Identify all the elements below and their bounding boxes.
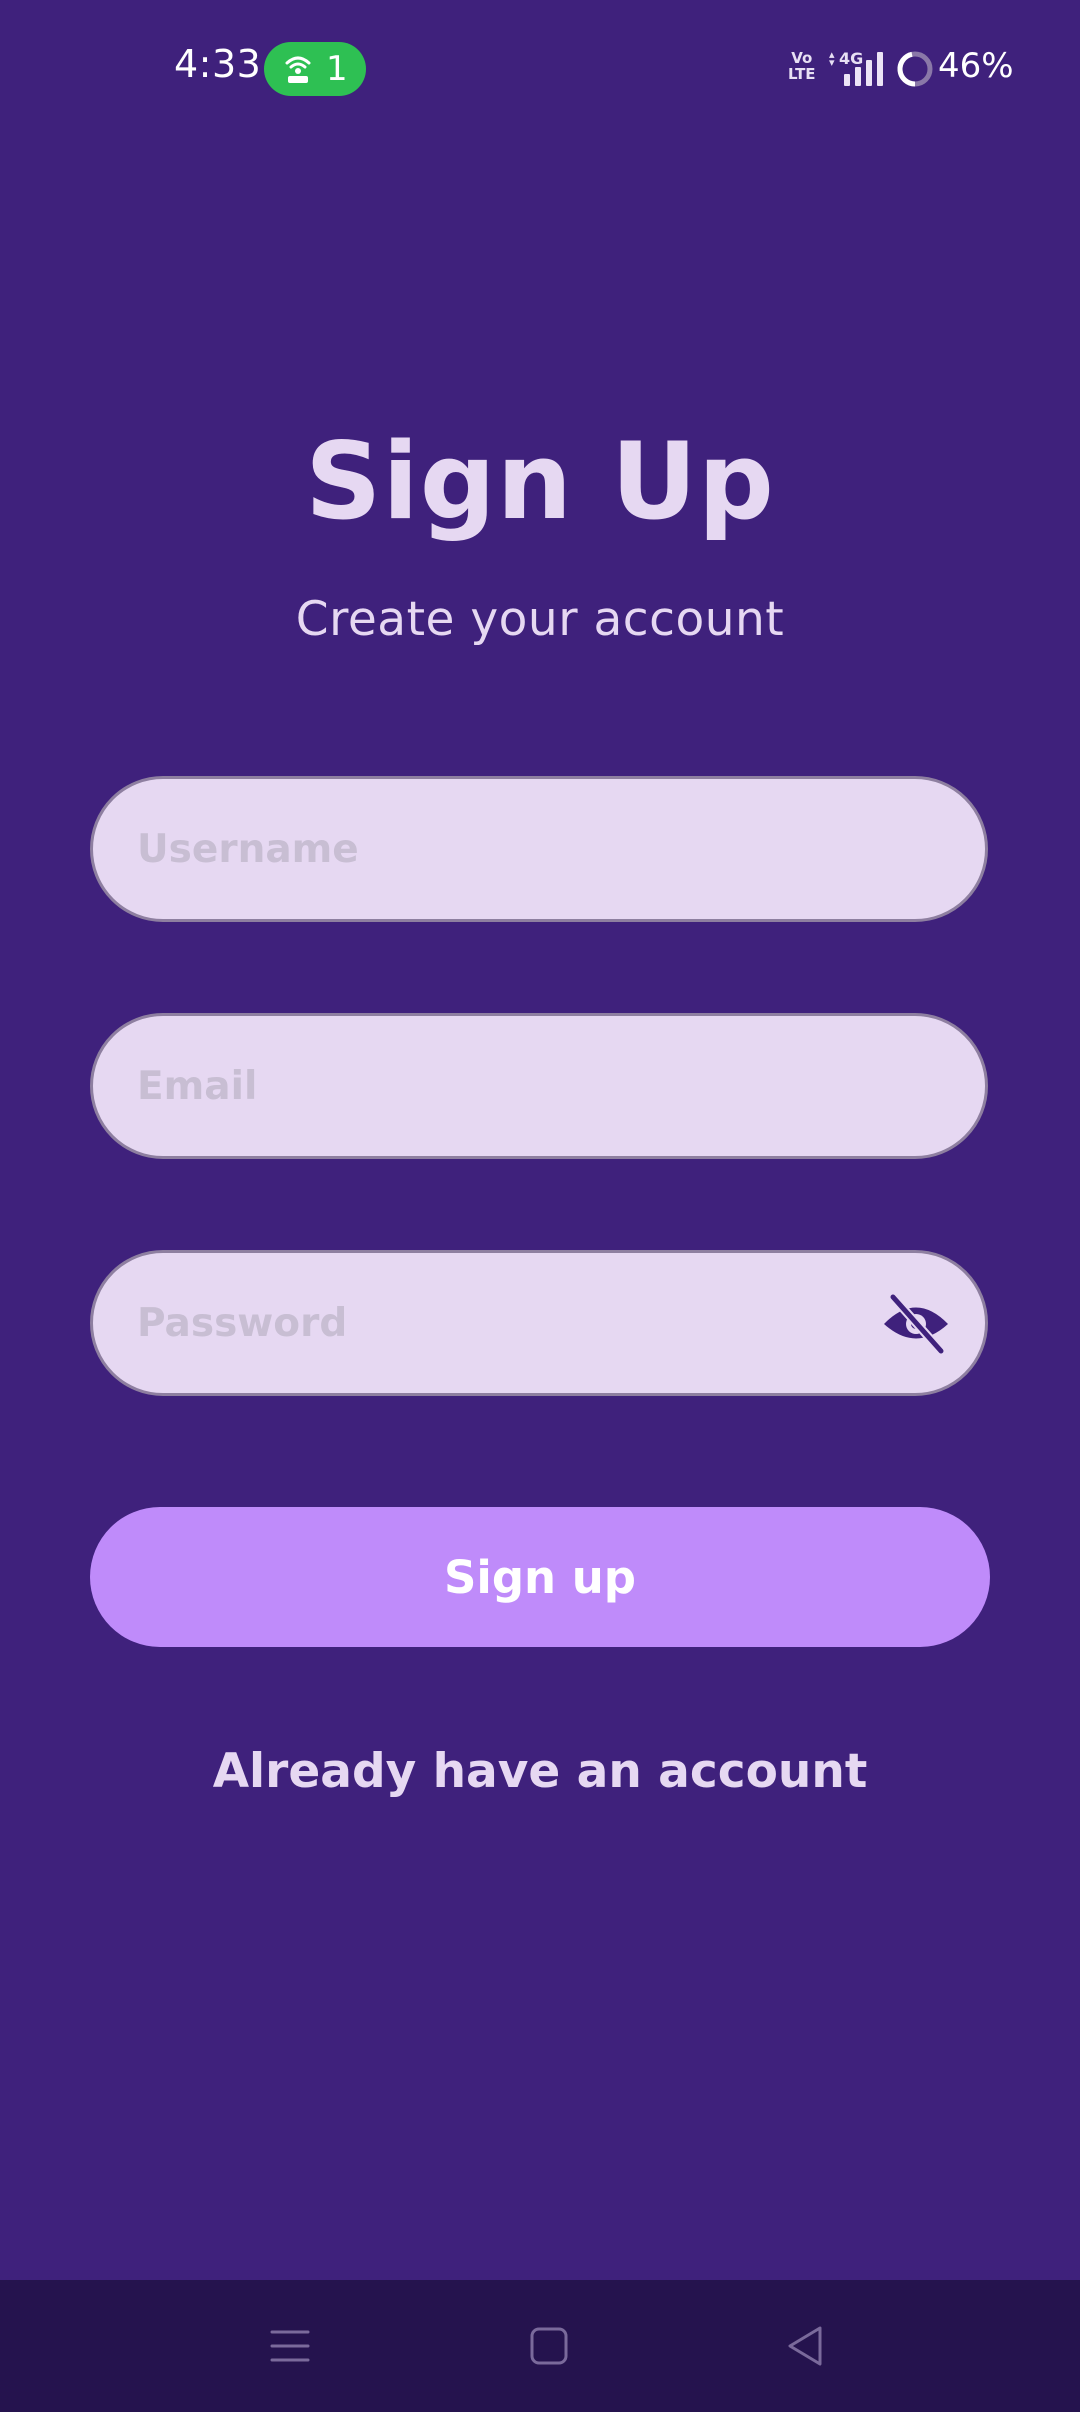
password-field[interactable] [90,1250,988,1396]
status-time: 4:33 [174,42,262,86]
battery-percentage: 46% [938,46,1014,86]
password-input[interactable] [137,1253,897,1393]
status-bar: 4:33 1 Vo LTE ▴ ▾ 4G 46% [0,0,1080,140]
username-field[interactable] [90,776,988,922]
back-triangle-icon[interactable] [774,2314,838,2378]
page-subtitle: Create your account [295,592,785,647]
signup-button[interactable]: Sign up [90,1507,990,1647]
menu-icon[interactable] [258,2314,322,2378]
volte-top-label: Vo [791,49,813,67]
volte-bottom-label: LTE [788,65,816,83]
email-input[interactable] [137,1016,897,1156]
navigation-bar [0,2280,1080,2412]
volte-icon: Vo LTE [788,50,816,82]
email-field[interactable] [90,1013,988,1159]
hotspot-count: 1 [326,49,348,89]
eye-slash-icon[interactable] [881,1291,951,1355]
login-link[interactable]: Already have an account [0,1744,1080,1799]
username-input[interactable] [137,779,897,919]
page-title: Sign Up [305,420,775,543]
data-arrows-icon: ▴ ▾ [829,48,835,69]
hotspot-indicator[interactable]: 1 [264,42,366,96]
hotspot-icon [285,56,311,83]
battery-ring-icon [897,51,933,87]
signal-bars-icon [844,52,883,86]
home-square-icon[interactable] [517,2314,581,2378]
